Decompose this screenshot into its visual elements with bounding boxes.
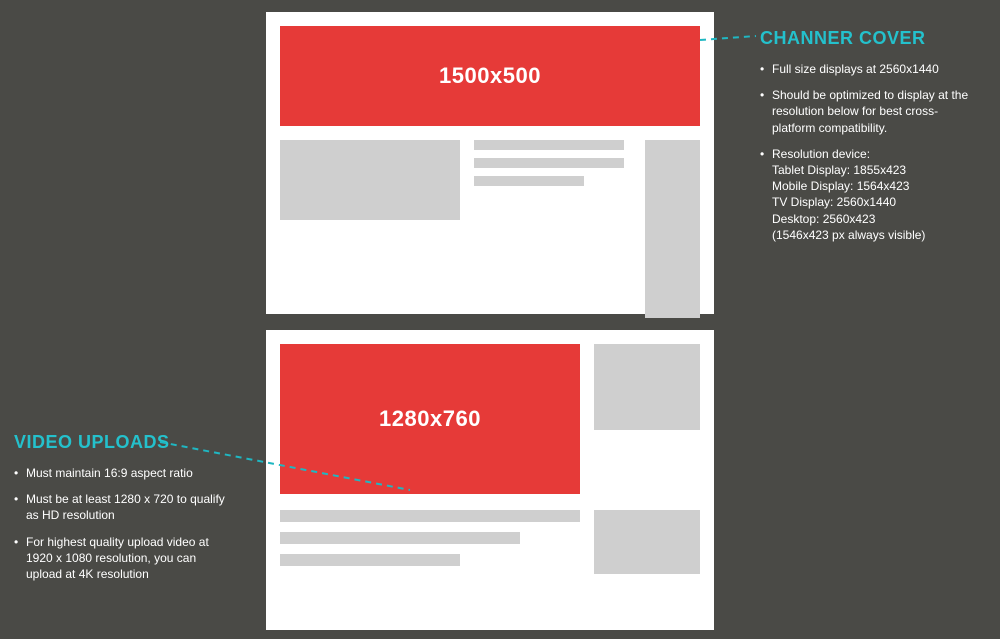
annotation-item: Resolution device: Tablet Display: 1855x… — [760, 146, 980, 243]
text-line-placeholder — [474, 176, 584, 186]
annotation-item: Must maintain 16:9 aspect ratio — [14, 465, 234, 481]
text-line-placeholder — [280, 554, 460, 566]
content-row — [280, 140, 700, 318]
sidebar-placeholder — [645, 140, 700, 318]
video-upload-banner: 1280x760 — [280, 344, 580, 494]
annotation-title: VIDEO UPLOADS — [14, 432, 234, 453]
lines-row — [280, 510, 700, 574]
video-thumb-placeholder — [280, 140, 460, 220]
video-row: 1280x760 — [280, 344, 700, 494]
side-placeholder — [594, 344, 700, 430]
annotation-list: Full size displays at 2560x1440 Should b… — [760, 61, 980, 243]
side-placeholder — [594, 510, 700, 574]
annotation-title: CHANNER COVER — [760, 28, 980, 49]
video-upload-mock: 1280x760 — [266, 330, 714, 630]
text-line-placeholder — [474, 158, 624, 168]
diagram-canvas: 1500x500 1280x760 — [0, 0, 1000, 639]
annotation-item: Full size displays at 2560x1440 — [760, 61, 980, 77]
annotation-item: Must be at least 1280 x 720 to qualify a… — [14, 491, 234, 523]
video-uploads-annotation: VIDEO UPLOADS Must maintain 16:9 aspect … — [14, 432, 234, 592]
channel-cover-banner: 1500x500 — [280, 26, 700, 126]
text-lines — [280, 510, 580, 574]
text-line-placeholder — [474, 140, 624, 150]
text-line-placeholder — [280, 510, 580, 522]
annotation-item: Should be optimized to display at the re… — [760, 87, 980, 136]
text-lines — [474, 140, 624, 318]
video-upload-dimensions: 1280x760 — [379, 406, 481, 432]
channel-cover-annotation: CHANNER COVER Full size displays at 2560… — [760, 28, 980, 253]
text-line-placeholder — [280, 532, 520, 544]
annotation-list: Must maintain 16:9 aspect ratio Must be … — [14, 465, 234, 582]
channel-cover-mock: 1500x500 — [266, 12, 714, 314]
channel-cover-dimensions: 1500x500 — [439, 63, 541, 89]
annotation-item: For highest quality upload video at 1920… — [14, 534, 234, 583]
